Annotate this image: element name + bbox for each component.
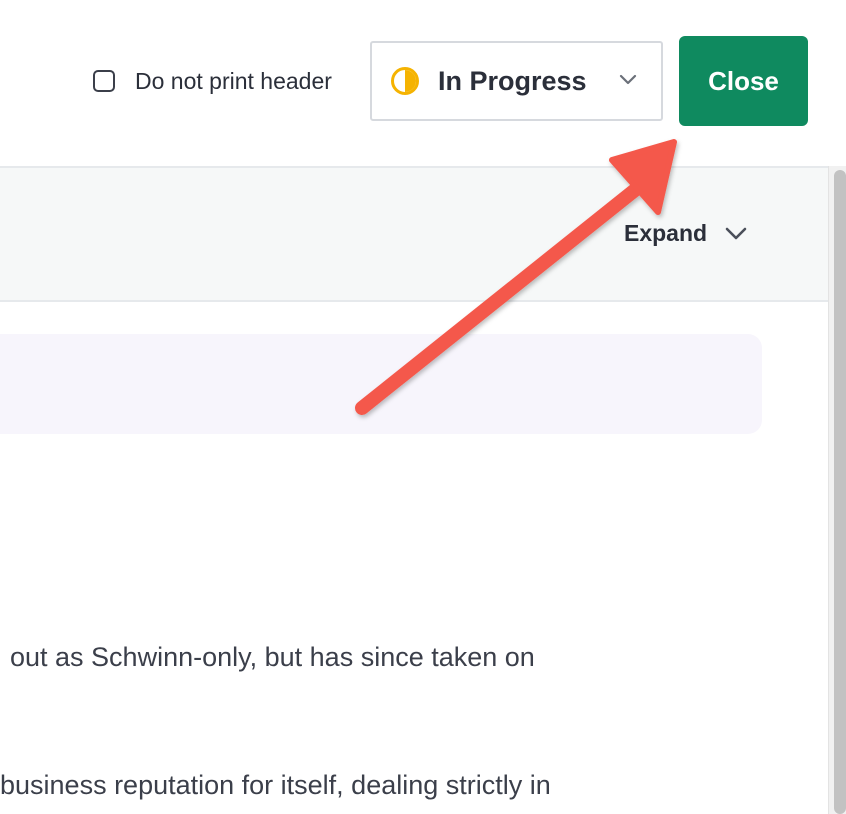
section-header: Expand (0, 166, 828, 302)
top-bar: Do not print header In Progress Close (0, 0, 846, 166)
half-circle-icon (391, 67, 419, 95)
chevron-down-icon (619, 74, 637, 85)
expand-label: Expand (624, 220, 708, 246)
page: Do not print header In Progress Close Ex… (0, 0, 846, 814)
scrollbar-thumb[interactable] (834, 170, 846, 814)
paragraph-text: out as Schwinn-only, but has since taken… (10, 642, 535, 672)
expand-toggle[interactable]: Expand (624, 220, 747, 247)
do-not-print-header-checkbox[interactable] (93, 70, 115, 92)
chevron-down-icon (725, 227, 747, 239)
close-button[interactable]: Close (679, 36, 808, 126)
note-box (0, 334, 762, 434)
status-label: In Progress (438, 65, 587, 96)
do-not-print-header-toggle[interactable]: Do not print header (93, 66, 332, 96)
do-not-print-header-label: Do not print header (135, 67, 332, 94)
paragraph-text: business reputation for itself, dealing … (0, 770, 551, 800)
status-dropdown[interactable]: In Progress (370, 41, 663, 121)
